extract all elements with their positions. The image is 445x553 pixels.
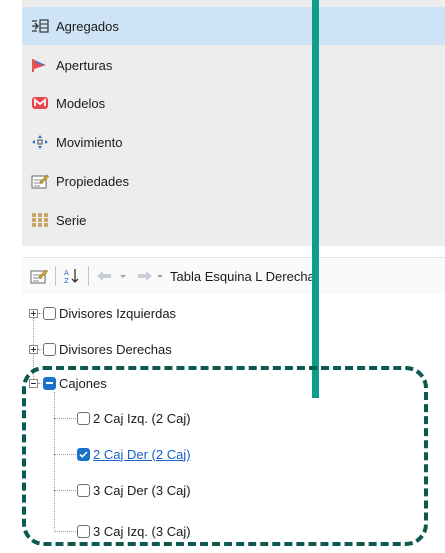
tree-node-divisores-derechas[interactable]: Divisores Derechas bbox=[29, 336, 172, 362]
panel-item-label: Aperturas bbox=[56, 57, 113, 73]
panel-list: Agregados Aperturas Modelos Movimiento P… bbox=[22, 0, 445, 246]
panel-item-propiedades[interactable]: Propiedades bbox=[22, 162, 445, 200]
forward-arrow-icon[interactable] bbox=[133, 269, 153, 283]
properties-icon[interactable] bbox=[30, 268, 48, 284]
chevron-down-icon[interactable] bbox=[119, 272, 127, 280]
checkbox[interactable] bbox=[43, 342, 56, 356]
property-toolbar: AZ Tabla Esquina L Derecha bbox=[22, 257, 445, 294]
panel-item-aperturas[interactable]: Aperturas bbox=[22, 46, 445, 84]
aggregate-icon bbox=[31, 17, 49, 35]
panel-item-serie[interactable]: Serie bbox=[22, 201, 445, 239]
panel-item-movimiento[interactable]: Movimiento bbox=[22, 123, 445, 161]
tree-node-label: Divisores Izquierdas bbox=[59, 305, 177, 321]
expand-icon[interactable] bbox=[29, 344, 38, 354]
opening-flag-icon bbox=[31, 56, 49, 74]
panel-item-label: Propiedades bbox=[56, 173, 129, 189]
move-icon bbox=[31, 133, 49, 151]
panel-item-label: Serie bbox=[56, 212, 87, 228]
expand-icon[interactable] bbox=[29, 308, 38, 318]
toolbar-title: Tabla Esquina L Derecha bbox=[170, 268, 315, 284]
panel-item-modelos[interactable]: Modelos bbox=[22, 84, 445, 122]
annotation-highlight-box bbox=[22, 366, 428, 546]
toolbar-separator bbox=[88, 266, 89, 286]
models-icon bbox=[31, 94, 49, 112]
tree-node-label: Divisores Derechas bbox=[59, 341, 172, 357]
toolbar-separator bbox=[55, 266, 56, 286]
panel-item-agregados[interactable]: Agregados bbox=[22, 7, 445, 45]
back-arrow-icon[interactable] bbox=[96, 269, 116, 283]
panel-item-label: Movimiento bbox=[56, 134, 123, 150]
svg-text:Z: Z bbox=[64, 277, 69, 285]
annotation-arrow-line bbox=[312, 0, 319, 398]
series-icon bbox=[31, 211, 49, 229]
tree-node-divisores-izquierdas[interactable]: Divisores Izquierdas bbox=[29, 300, 176, 326]
checkbox[interactable] bbox=[43, 306, 56, 320]
svg-text:A: A bbox=[64, 269, 69, 277]
properties-icon bbox=[31, 172, 49, 190]
panel-item-label: Agregados bbox=[56, 18, 119, 34]
chevron-down-icon[interactable] bbox=[156, 272, 164, 280]
sort-alpha-icon[interactable]: AZ bbox=[63, 267, 81, 285]
panel-item-label: Modelos bbox=[56, 95, 106, 111]
